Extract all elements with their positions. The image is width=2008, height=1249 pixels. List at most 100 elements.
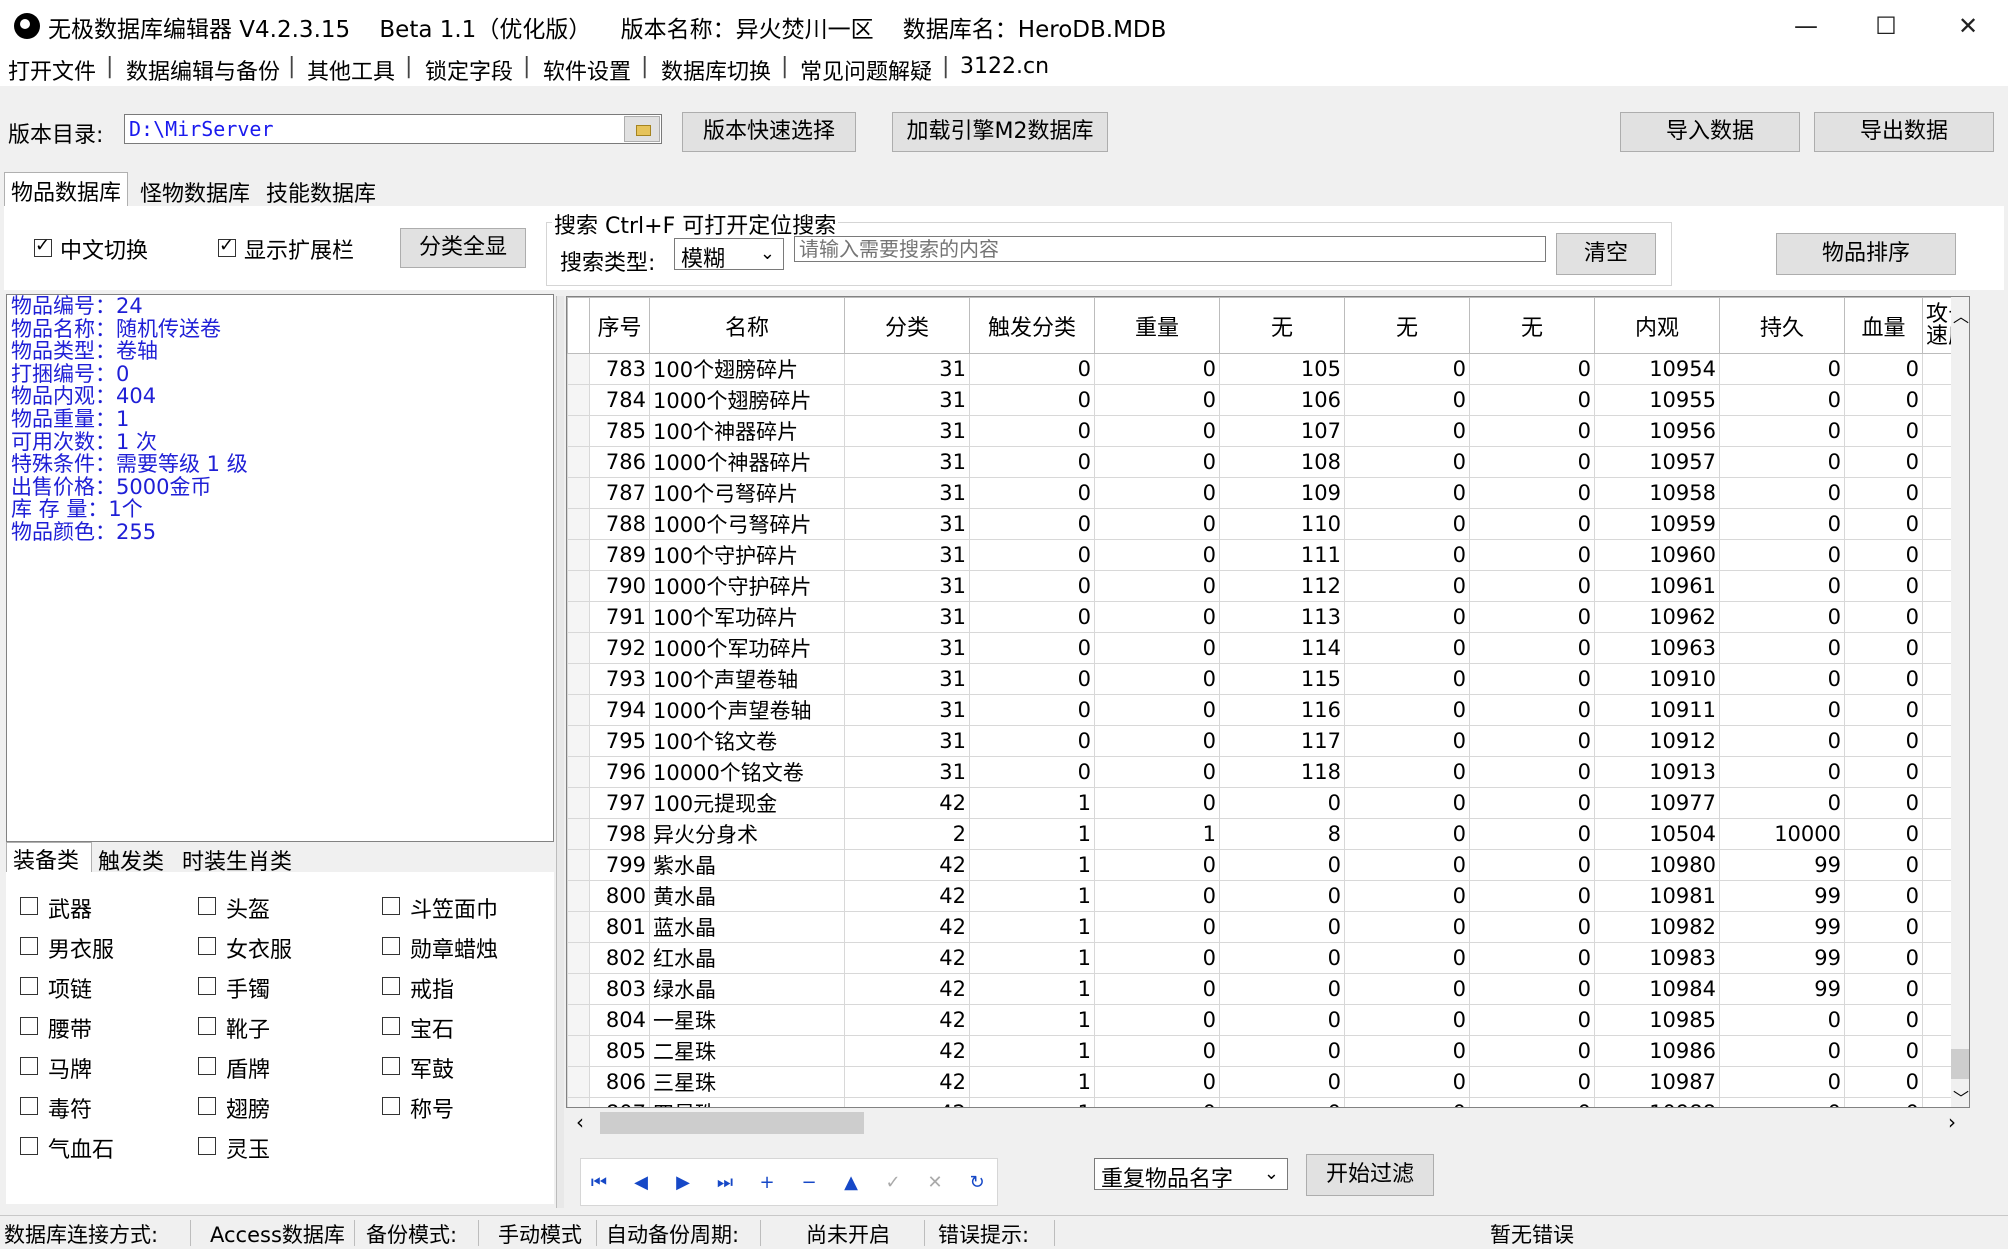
table-cell[interactable]: 10956 [1594,415,1720,447]
table-cell[interactable]: 116 [1219,694,1345,726]
table-row[interactable]: 785 100个神器碎片 31 0 0 107 0 0 10956 0 0 [567,415,1969,447]
row-indicator[interactable] [567,570,590,602]
table-cell[interactable]: 0 [1719,694,1845,726]
table-cell[interactable]: 800 [589,880,650,912]
table-row[interactable]: 803 绿水晶 42 1 0 0 0 0 10984 99 0 [567,973,1969,1005]
table-cell[interactable]: 0 [969,384,1095,416]
search-input[interactable] [794,236,1546,262]
table-cell[interactable]: 0 [1719,508,1845,540]
table-cell[interactable]: 0 [1344,694,1470,726]
table-cell[interactable]: 802 [589,942,650,974]
table-cell[interactable]: 1 [969,787,1095,819]
hscroll-thumb[interactable] [600,1112,864,1134]
table-cell[interactable]: 10911 [1594,694,1720,726]
table-cell[interactable]: 1000个守护碎片 [649,570,845,602]
table-cell[interactable]: 0 [1344,787,1470,819]
table-cell[interactable]: 804 [589,1004,650,1036]
table-cell[interactable]: 0 [1844,601,1923,633]
table-row[interactable]: 787 100个弓弩碎片 31 0 0 109 0 0 10958 0 0 [567,477,1969,509]
table-cell[interactable]: 0 [1094,725,1220,757]
table-cell[interactable]: 792 [589,632,650,664]
table-cell[interactable]: 31 [844,384,970,416]
table-cell[interactable]: 799 [589,849,650,881]
splitter[interactable] [556,296,564,1208]
show-all-button[interactable]: 分类全显 [400,228,526,268]
category-checkbox[interactable] [20,1097,38,1115]
row-indicator[interactable] [567,384,590,416]
table-cell[interactable]: 42 [844,1004,970,1036]
table-cell[interactable]: 0 [1719,601,1845,633]
table-cell[interactable]: 10000 [1719,818,1845,850]
row-indicator[interactable] [567,725,590,757]
table-cell[interactable]: 0 [1844,756,1923,788]
table-cell[interactable]: 100个守护碎片 [649,539,845,571]
table-cell[interactable]: 99 [1719,849,1845,881]
table-cell[interactable]: 0 [1344,911,1470,943]
table-cell[interactable]: 1 [969,1066,1095,1098]
row-indicator[interactable] [567,756,590,788]
table-cell[interactable]: 0 [1094,756,1220,788]
category-checkbox[interactable] [198,897,216,915]
table-cell[interactable]: 0 [1719,1066,1845,1098]
table-cell[interactable]: 0 [1219,1097,1345,1107]
table-cell[interactable]: 0 [1094,694,1220,726]
column-header[interactable]: 名称 [649,297,845,354]
quick-select-button[interactable]: 版本快速选择 [682,112,856,152]
table-cell[interactable]: 31 [844,353,970,385]
category-checkbox[interactable] [20,897,38,915]
table-row[interactable]: 801 蓝水晶 42 1 0 0 0 0 10982 99 0 [567,911,1969,943]
table-cell[interactable]: 100个弓弩碎片 [649,477,845,509]
column-header[interactable]: 无 [1344,297,1470,354]
table-row[interactable]: 784 1000个翅膀碎片 31 0 0 106 0 0 10955 0 0 [567,384,1969,416]
vertical-scrollbar[interactable]: ︿ ﹀ [1951,297,1969,1107]
table-cell[interactable]: 黄水晶 [649,880,845,912]
table-cell[interactable]: 绿水晶 [649,973,845,1005]
table-cell[interactable]: 0 [1094,1004,1220,1036]
table-cell[interactable]: 0 [969,725,1095,757]
import-button[interactable]: 导入数据 [1620,112,1800,152]
table-row[interactable]: 788 1000个弓弩碎片 31 0 0 110 0 0 10959 0 0 [567,508,1969,540]
table-cell[interactable]: 797 [589,787,650,819]
dir-input[interactable]: D:\MirServer [124,114,662,144]
table-cell[interactable]: 803 [589,973,650,1005]
table-cell[interactable]: 0 [1469,849,1595,881]
table-cell[interactable]: 二星珠 [649,1035,845,1067]
menu-settings[interactable]: 软件设置 [543,54,631,86]
table-cell[interactable]: 10954 [1594,353,1720,385]
menu-lock-fields[interactable]: 锁定字段 [425,54,513,86]
column-header[interactable]: 无 [1219,297,1345,354]
table-cell[interactable]: 806 [589,1066,650,1098]
table-cell[interactable]: 786 [589,446,650,478]
table-cell[interactable]: 0 [969,415,1095,447]
table-cell[interactable]: 0 [1344,663,1470,695]
table-cell[interactable]: 0 [1219,911,1345,943]
table-cell[interactable]: 0 [1219,1004,1345,1036]
table-cell[interactable]: 0 [1469,942,1595,974]
table-cell[interactable]: 31 [844,601,970,633]
table-cell[interactable]: 0 [1219,942,1345,974]
table-cell[interactable]: 0 [1344,1035,1470,1067]
table-cell[interactable]: 785 [589,415,650,447]
table-cell[interactable]: 0 [1219,1035,1345,1067]
table-cell[interactable]: 42 [844,1035,970,1067]
table-cell[interactable]: 10504 [1594,818,1720,850]
table-cell[interactable]: 784 [589,384,650,416]
row-indicator[interactable] [567,973,590,1005]
table-cell[interactable]: 31 [844,446,970,478]
table-cell[interactable]: 10977 [1594,787,1720,819]
filter-select[interactable]: 重复物品名字 ⌄ [1094,1158,1288,1192]
row-indicator[interactable] [567,663,590,695]
table-cell[interactable]: 0 [1719,477,1845,509]
table-cell[interactable]: 0 [1344,353,1470,385]
tab-monsters[interactable]: 怪物数据库 [134,174,256,208]
table-cell[interactable]: 100个铭文卷 [649,725,845,757]
table-cell[interactable]: 0 [969,756,1095,788]
table-cell[interactable]: 1 [969,1097,1095,1107]
next-icon[interactable]: ▶ [668,1168,698,1198]
table-cell[interactable]: 0 [969,663,1095,695]
table-cell[interactable]: 2 [844,818,970,850]
table-cell[interactable]: 10985 [1594,1004,1720,1036]
table-cell[interactable]: 0 [1469,694,1595,726]
table-cell[interactable]: 红水晶 [649,942,845,974]
table-row[interactable]: 792 1000个军功碎片 31 0 0 114 0 0 10963 0 0 [567,632,1969,664]
